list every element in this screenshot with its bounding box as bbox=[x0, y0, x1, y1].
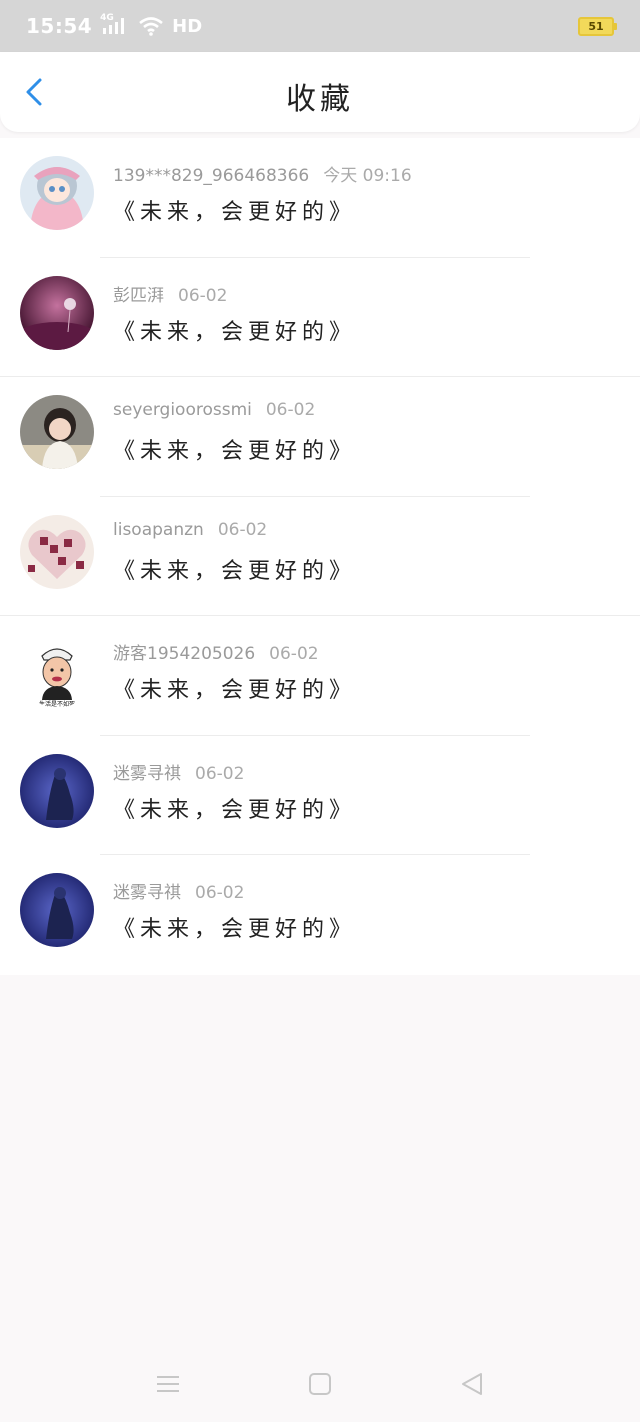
home-button[interactable] bbox=[306, 1370, 334, 1398]
menu-icon bbox=[157, 1376, 179, 1392]
item-username: seyergioorossmi bbox=[113, 400, 252, 420]
item-meta: 迷雾寻祺 06-02 bbox=[113, 759, 244, 784]
menu-button[interactable] bbox=[154, 1370, 182, 1398]
list-item[interactable]: 彭匹湃 06-02 《未来，会更好的》 bbox=[0, 258, 640, 377]
avatar[interactable] bbox=[20, 395, 94, 469]
app-header: 收藏 bbox=[0, 52, 640, 132]
item-date: 今天 09:16 bbox=[323, 166, 412, 186]
navigation-bar bbox=[0, 1352, 640, 1414]
item-title[interactable]: 《未来，会更好的》 bbox=[113, 672, 356, 704]
item-title[interactable]: 《未来，会更好的》 bbox=[113, 314, 356, 346]
item-title[interactable]: 《未来，会更好的》 bbox=[113, 194, 356, 226]
item-username: 游客1954205026 bbox=[113, 644, 256, 664]
item-title[interactable]: 《未来，会更好的》 bbox=[113, 433, 356, 465]
avatar[interactable] bbox=[20, 514, 94, 589]
item-date: 06-02 bbox=[178, 285, 228, 306]
avatar[interactable] bbox=[20, 753, 94, 828]
triangle-back-icon bbox=[462, 1373, 482, 1395]
square-home-icon bbox=[309, 1373, 331, 1395]
battery-level: 51 bbox=[588, 19, 604, 33]
item-date: 06-02 bbox=[195, 883, 245, 903]
favorites-list: 139***829_966468366今天 09:16 《未来，会更好的》 彭 bbox=[0, 138, 640, 975]
item-meta: 游客1954205026 06-02 bbox=[113, 639, 319, 664]
avatar[interactable]: 生活是不如死 bbox=[20, 634, 94, 708]
item-meta: 迷雾寻祺 06-02 bbox=[113, 878, 244, 903]
item-username: 迷雾寻祺 bbox=[113, 763, 181, 784]
item-meta: 139***829_966468366 今天 09:16 bbox=[113, 161, 412, 186]
item-date: 06-02 bbox=[269, 644, 319, 664]
system-back-button[interactable] bbox=[458, 1370, 486, 1398]
avatar-caption: 生活是不如死 bbox=[39, 700, 75, 708]
item-title[interactable]: 《未来，会更好的》 bbox=[113, 553, 356, 585]
item-date: 06-02 bbox=[195, 763, 245, 784]
status-time: 15:54 bbox=[26, 14, 93, 38]
list-item[interactable]: lisoapanzn 06-02 《未来，会更好的》 bbox=[0, 497, 640, 616]
avatar[interactable] bbox=[20, 156, 94, 230]
list-item[interactable]: 迷雾寻祺 06-02 《未来，会更好的》 bbox=[0, 736, 640, 855]
item-username: 139***829_966468366 bbox=[113, 166, 310, 186]
item-meta: 彭匹湃 06-02 bbox=[113, 281, 227, 306]
battery-icon: 51 bbox=[578, 16, 617, 36]
list-item[interactable]: seyergioorossmi 06-02 《未来，会更好的》 bbox=[0, 377, 640, 497]
item-username: 迷雾寻祺 bbox=[113, 883, 181, 903]
item-username: lisoapanzn bbox=[113, 519, 204, 540]
item-username: 彭匹湃 bbox=[113, 285, 164, 306]
avatar[interactable] bbox=[20, 873, 94, 947]
list-item[interactable]: 迷雾寻祺 06-02 《未来，会更好的》 bbox=[0, 855, 640, 975]
avatar[interactable] bbox=[20, 275, 94, 350]
wifi-icon bbox=[138, 16, 164, 36]
hd-indicator: HD bbox=[172, 15, 203, 37]
item-meta: seyergioorossmi 06-02 bbox=[113, 400, 315, 420]
signal-icon: 4G bbox=[100, 13, 130, 36]
item-title[interactable]: 《未来，会更好的》 bbox=[113, 792, 356, 824]
item-title[interactable]: 《未来，会更好的》 bbox=[113, 911, 356, 943]
list-item[interactable]: 生活是不如死 游客1954205026 06-02 《未来，会更好的》 bbox=[0, 616, 640, 736]
item-date: 06-02 bbox=[265, 400, 316, 420]
item-meta: lisoapanzn 06-02 bbox=[113, 520, 267, 540]
item-date: 06-02 bbox=[217, 519, 268, 540]
status-bar: 15:54 4G HD 51 bbox=[0, 0, 640, 52]
page-title: 收藏 bbox=[286, 82, 354, 117]
list-item[interactable]: 139***829_966468366 今天 09:16 《未来，会更好的》 bbox=[0, 138, 640, 258]
